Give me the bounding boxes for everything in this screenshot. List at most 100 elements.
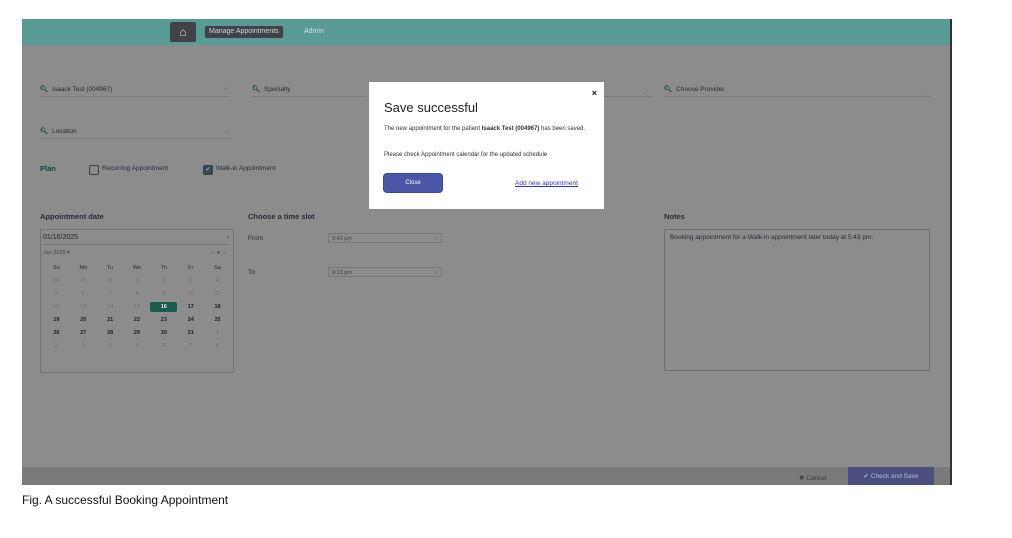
appointment-date-title: Appointment date xyxy=(40,212,104,221)
message-suffix: has been saved. xyxy=(539,126,586,132)
calendar-header: Jan 2025 ▾ ‹ ● › xyxy=(43,250,231,256)
calendar-day: 7 xyxy=(189,343,193,349)
window-edge xyxy=(950,19,952,485)
footer-bar: ✖ Cancel ✔ Check and Save xyxy=(22,467,950,485)
dialog-message: The new appointment for the patient Isaa… xyxy=(384,125,594,133)
calendar-day[interactable]: 22 xyxy=(124,315,151,325)
nav-manage-appointments[interactable]: Manage Appointments xyxy=(205,26,283,38)
calendar-day[interactable]: 26 xyxy=(43,328,70,338)
walkin-checkbox[interactable]: ✔ xyxy=(203,165,213,175)
message-patient: Isaack Test (004967) xyxy=(481,126,540,132)
provider-field[interactable]: 🔍︎ Choose Provider ⌄ xyxy=(664,84,930,97)
nav-admin[interactable]: Admin xyxy=(304,28,324,35)
provider-placeholder: Choose Provider xyxy=(676,86,725,93)
app-window: ⌂ Manage Appointments Admin 🔍︎ Isaack Te… xyxy=(22,19,950,485)
calendar-day: 4 xyxy=(108,343,112,349)
calendar-day: 12 xyxy=(53,304,60,310)
calendar-day: 2 xyxy=(54,343,58,349)
location-placeholder: Location xyxy=(52,128,77,135)
walkin-label: Walk-in Appointment xyxy=(216,165,276,172)
calendar-day: 6 xyxy=(162,343,166,349)
weekday-header: Mo xyxy=(79,265,88,271)
notes-textarea[interactable]: Booking appointment for a Walk-in appoin… xyxy=(664,229,930,371)
calendar-day-selected[interactable]: 16 xyxy=(150,302,178,312)
date-value: 01/16/2025 xyxy=(43,234,79,241)
calendar-day: 5 xyxy=(54,291,58,297)
calendar-day[interactable]: 23 xyxy=(150,315,177,325)
from-time-value: 5:43 pm xyxy=(332,236,352,242)
calendar-day: 7 xyxy=(108,291,112,297)
calendar-day: 3 xyxy=(81,343,85,349)
plan-label: Plan xyxy=(40,164,56,173)
calendar-day: 10 xyxy=(187,291,194,297)
calendar-day: 1 xyxy=(135,278,139,284)
weekday-header: Th xyxy=(160,265,168,271)
dialog-title: Save successful xyxy=(384,100,478,115)
weekday-header: We xyxy=(132,265,142,271)
close-icon[interactable]: × xyxy=(592,88,597,98)
to-time-select[interactable]: 6:13 pm › xyxy=(328,267,442,277)
calendar-nav[interactable]: ‹ ● › xyxy=(212,250,225,256)
figure-caption: Fig. A successful Booking Appointment xyxy=(22,493,229,507)
save-success-dialog: × Save successful The new appointment fo… xyxy=(369,82,604,209)
calendar-day: 15 xyxy=(133,304,141,310)
message-prefix: The new appointment for the patient xyxy=(384,126,482,132)
add-new-appointment-link[interactable]: Add new appointment xyxy=(515,180,578,187)
weekday-header: Fr xyxy=(188,265,194,271)
specialty-field[interactable]: 🔍︎ Specialty xyxy=(252,84,367,97)
weekday-header: Tu xyxy=(107,265,114,271)
calendar-day: 29 xyxy=(53,278,60,284)
cancel-button[interactable]: ✖ Cancel xyxy=(799,474,827,482)
search-icon: 🔍︎ xyxy=(40,86,49,93)
date-picker: 01/16/2025 › Jan 2025 ▾ ‹ ● › Su Mo Tu We Th… xyxy=(40,229,234,373)
calendar-day[interactable]: 18 xyxy=(204,302,231,312)
clear-icon[interactable]: × xyxy=(224,84,228,96)
from-label: From xyxy=(248,235,264,242)
to-label: To xyxy=(248,269,255,276)
calendar-day[interactable]: 27 xyxy=(70,328,97,338)
weekday-header: Su xyxy=(53,265,60,271)
hidden-dropdown-field[interactable]: ⌄ xyxy=(604,84,652,97)
calendar-day: 14 xyxy=(107,304,114,310)
dialog-message-2: Please check Appointment calendar for th… xyxy=(384,152,548,158)
calendar-day[interactable]: 31 xyxy=(177,328,204,338)
calendar-day[interactable]: 29 xyxy=(124,328,151,338)
weekday-header: Sa xyxy=(214,265,221,271)
calendar-day: 1 xyxy=(216,330,220,336)
close-button[interactable]: Close xyxy=(384,174,442,192)
recurring-label: Recurring Appointment xyxy=(102,165,169,172)
calendar-day[interactable]: 30 xyxy=(150,328,177,338)
notes-title: Notes xyxy=(664,212,685,221)
calendar-grid: Su Mo Tu We Th Fr Sa 29 30 31 1 2 3 4 5 6 7 8 9 10 11 12 13 14 1… xyxy=(43,263,231,351)
calendar-day: 8 xyxy=(135,291,139,297)
chevron-right-icon: › xyxy=(435,270,437,276)
calendar-day[interactable]: 28 xyxy=(97,328,124,338)
location-field[interactable]: 🔍︎ Location ⌄ xyxy=(40,126,232,139)
calendar-day: 6 xyxy=(81,291,85,297)
patient-search-field[interactable]: 🔍︎ Isaack Test (004967) × xyxy=(40,84,230,97)
chevron-down-icon: ⌄ xyxy=(644,86,650,93)
patient-value: Isaack Test (004967) xyxy=(52,86,113,93)
calendar-day[interactable]: 19 xyxy=(43,315,70,325)
calendar-day: 2 xyxy=(162,278,166,284)
home-icon[interactable]: ⌂ xyxy=(170,22,196,42)
calendar-day: 31 xyxy=(107,278,114,284)
calendar-day[interactable]: 21 xyxy=(97,315,124,325)
calendar-day: 11 xyxy=(214,291,221,297)
chevron-down-icon: ⌄ xyxy=(224,128,230,135)
calendar-day: 3 xyxy=(189,278,193,284)
month-selector[interactable]: Jan 2025 ▾ xyxy=(43,250,70,256)
specialty-placeholder: Specialty xyxy=(264,86,291,93)
calendar-day[interactable]: 20 xyxy=(70,315,97,325)
recurring-checkbox[interactable] xyxy=(89,165,99,175)
calendar-day: 13 xyxy=(80,304,87,310)
date-input[interactable]: 01/16/2025 › xyxy=(43,232,229,245)
from-time-select[interactable]: 5:43 pm › xyxy=(328,233,442,243)
top-nav-bar: ⌂ Manage Appointments Admin xyxy=(22,19,950,45)
calendar-day[interactable]: 25 xyxy=(204,315,231,325)
chevron-right-icon: › xyxy=(435,236,437,242)
search-icon: 🔍︎ xyxy=(664,86,673,93)
calendar-day[interactable]: 17 xyxy=(177,302,204,312)
calendar-day[interactable]: 24 xyxy=(177,315,204,325)
check-and-save-button[interactable]: ✔ Check and Save xyxy=(848,467,934,485)
